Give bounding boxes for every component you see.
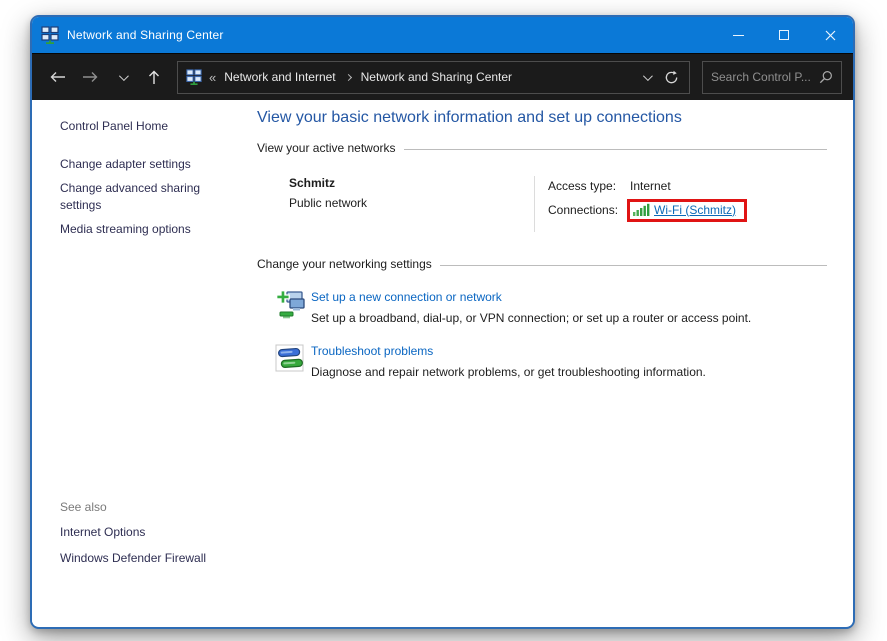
back-arrow-icon	[50, 71, 66, 83]
connections-row: Connections: Wi-Fi (Schmitz)	[548, 200, 827, 220]
section-divider	[404, 149, 827, 150]
settings-section-header: Change your networking settings	[257, 257, 827, 271]
network-sharing-center-icon	[41, 26, 59, 44]
minimize-icon	[733, 35, 744, 36]
see-also-heading: See also	[60, 500, 218, 514]
window-controls	[715, 17, 853, 53]
main-pane: View your basic network information and …	[244, 100, 853, 626]
wifi-signal-icon	[633, 203, 650, 216]
page-title: View your basic network information and …	[257, 109, 827, 127]
sidebar-item-control-panel-home[interactable]: Control Panel Home	[60, 119, 244, 133]
network-name: Schmitz	[289, 176, 534, 190]
troubleshoot-icon	[274, 342, 306, 374]
wifi-connection-link[interactable]: Wi-Fi (Schmitz)	[654, 203, 736, 217]
sidebar: Control Panel Home Change adapter settin…	[32, 100, 244, 626]
setup-connection-link[interactable]: Set up a new connection or network	[311, 290, 751, 304]
section-divider	[440, 265, 827, 266]
search-box[interactable]	[702, 61, 842, 94]
troubleshoot-text: Troubleshoot problems Diagnose and repai…	[311, 342, 706, 379]
troubleshoot-link[interactable]: Troubleshoot problems	[311, 344, 706, 358]
search-icon[interactable]	[819, 70, 833, 84]
sidebar-item-internet-options[interactable]: Internet Options	[60, 524, 218, 541]
refresh-icon[interactable]	[664, 70, 679, 85]
maximize-icon	[779, 30, 789, 40]
sidebar-item-windows-defender-firewall[interactable]: Windows Defender Firewall	[60, 550, 218, 567]
address-bar-tail	[643, 70, 683, 85]
breadcrumb-separator-icon	[345, 73, 352, 80]
address-bar[interactable]: « Network and Internet Network and Shari…	[177, 61, 690, 94]
content-area: Control Panel Home Change adapter settin…	[32, 100, 853, 626]
troubleshoot-item: Troubleshoot problems Diagnose and repai…	[257, 342, 827, 379]
settings-section-title: Change your networking settings	[257, 257, 432, 271]
close-icon	[825, 30, 836, 41]
recent-pages-button[interactable]	[107, 62, 137, 92]
forward-button[interactable]	[75, 62, 105, 92]
breadcrumb-item-network-and-internet[interactable]: Network and Internet	[224, 70, 335, 84]
network-identity: Schmitz Public network	[257, 176, 534, 232]
search-input[interactable]	[711, 70, 819, 84]
setup-connection-text: Set up a new connection or network Set u…	[311, 288, 751, 325]
maximize-button[interactable]	[761, 17, 807, 53]
active-networks-section-title: View your active networks	[257, 141, 396, 155]
sidebar-item-change-advanced-sharing-settings[interactable]: Change advanced sharing settings	[60, 180, 218, 214]
new-connection-icon	[274, 288, 306, 320]
navigation-bar: « Network and Internet Network and Shari…	[32, 53, 853, 100]
back-button[interactable]	[43, 62, 73, 92]
access-type-label: Access type:	[548, 179, 630, 193]
access-type-row: Access type: Internet	[548, 176, 827, 196]
breadcrumb-overflow-chevrons[interactable]: «	[209, 70, 216, 85]
window-title: Network and Sharing Center	[67, 28, 224, 42]
up-button[interactable]	[139, 62, 169, 92]
titlebar: Network and Sharing Center	[32, 17, 853, 53]
networking-settings-section: Change your networking settings	[257, 257, 827, 379]
network-details: Access type: Internet Connections:	[534, 176, 827, 232]
troubleshoot-description: Diagnose and repair network problems, or…	[311, 365, 706, 379]
address-dropdown-chevron-icon[interactable]	[643, 71, 653, 81]
network-sharing-center-window: Network and Sharing Center	[30, 15, 855, 629]
access-type-value: Internet	[630, 179, 671, 193]
connections-label: Connections:	[548, 203, 630, 217]
close-button[interactable]	[807, 17, 853, 53]
up-arrow-icon	[148, 70, 160, 85]
chevron-down-icon	[118, 71, 128, 81]
see-also-section: See also Internet Options Windows Defend…	[60, 500, 218, 576]
address-location-icon	[186, 69, 202, 85]
network-type: Public network	[289, 196, 534, 210]
sidebar-item-change-adapter-settings[interactable]: Change adapter settings	[60, 156, 218, 173]
minimize-button[interactable]	[715, 17, 761, 53]
setup-connection-description: Set up a broadband, dial-up, or VPN conn…	[311, 311, 751, 325]
breadcrumb-item-network-sharing-center[interactable]: Network and Sharing Center	[361, 70, 512, 84]
forward-arrow-icon	[82, 71, 98, 83]
connection-link-highlight-box: Wi-Fi (Schmitz)	[627, 199, 747, 222]
setup-connection-item: Set up a new connection or network Set u…	[257, 288, 827, 325]
active-networks-section-header: View your active networks	[257, 141, 827, 155]
active-network-row: Schmitz Public network Access type: Inte…	[257, 176, 827, 232]
sidebar-item-media-streaming-options[interactable]: Media streaming options	[60, 221, 218, 238]
